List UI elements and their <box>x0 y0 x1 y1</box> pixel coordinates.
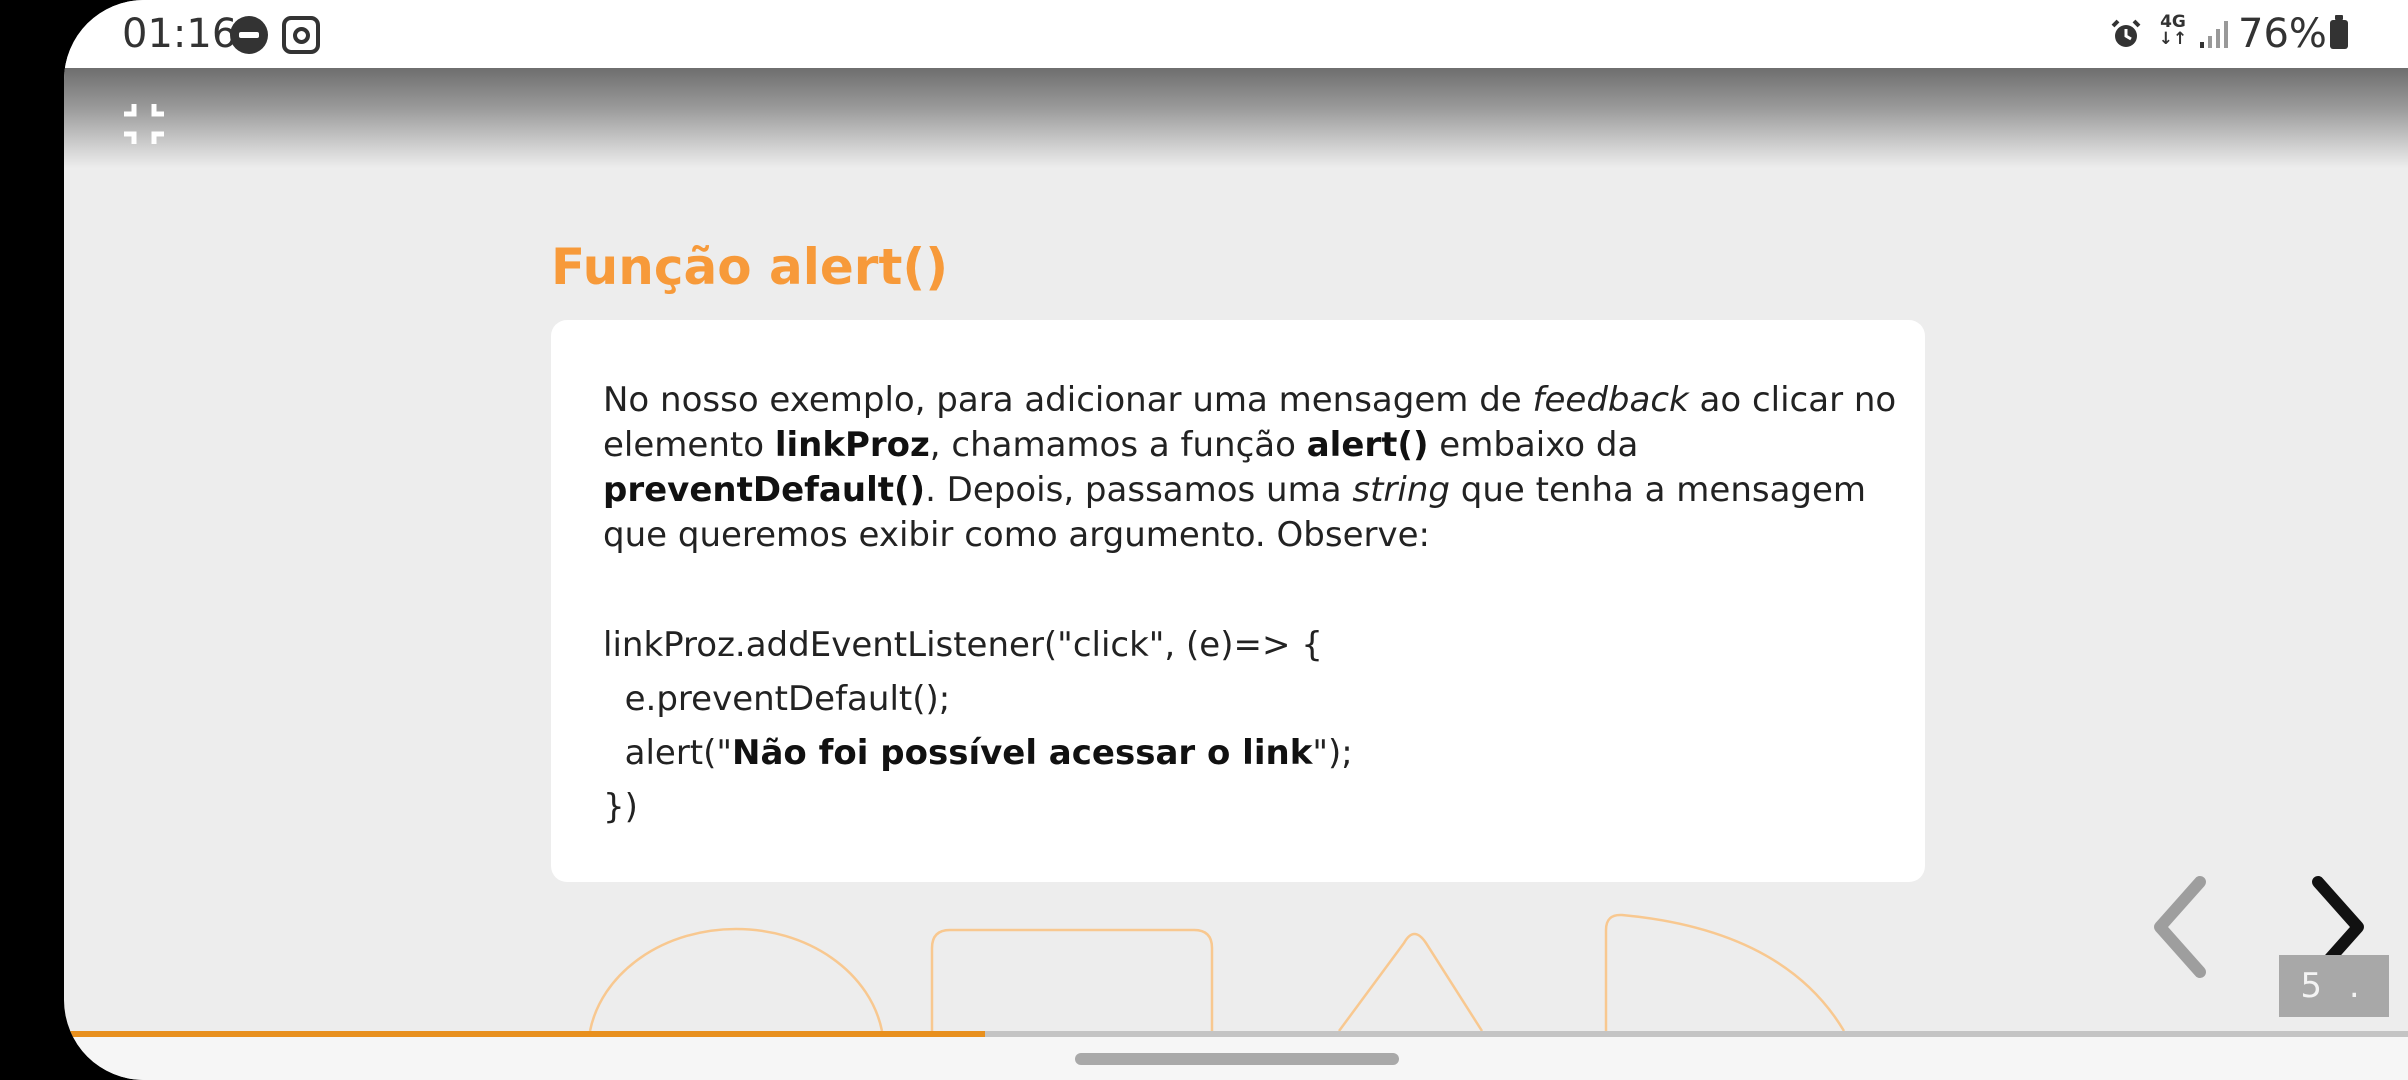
code-example: linkProz.addEventListener("click", (e)=>… <box>603 618 1903 834</box>
code-bold-message: Não foi possível acessar o link <box>732 733 1313 773</box>
code-line: }) <box>603 787 638 827</box>
bold-linkproz: linkProz <box>774 425 930 465</box>
paragraph-text: No nosso exemplo, para adicionar uma men… <box>603 380 1533 420</box>
emphasis-feedback: feedback <box>1532 380 1689 420</box>
code-line: e.preventDefault(); <box>603 679 951 719</box>
code-text: alert(" <box>603 733 733 773</box>
code-line: linkProz.addEventListener("click", (e)=>… <box>603 625 1323 665</box>
paragraph-text: , chamamos a função <box>929 425 1307 465</box>
bold-alert: alert() <box>1306 425 1429 465</box>
slide-number: 5 . 2 <box>2279 955 2389 1068</box>
paragraph-text: . Depois, passamos uma <box>925 470 1353 510</box>
emphasis-string: string <box>1352 470 1450 510</box>
bold-preventdefault: preventDefault() <box>603 470 926 510</box>
slide-title: Função alert() <box>551 238 949 296</box>
content-card: No nosso exemplo, para adicionar uma men… <box>551 320 1925 882</box>
gesture-area <box>64 1037 2408 1080</box>
code-line: alert("Não foi possível acessar o link")… <box>603 726 1903 780</box>
chevron-left-icon[interactable] <box>2140 872 2220 982</box>
code-text: "); <box>1312 733 1353 773</box>
app-screen: 01:16 4G ↓↑ 76% Função alert() No nosso … <box>64 0 2408 1080</box>
home-indicator[interactable] <box>1075 1053 1399 1065</box>
explanation-paragraph: No nosso exemplo, para adicionar uma men… <box>603 378 1903 558</box>
paragraph-text: embaixo da <box>1428 425 1639 465</box>
